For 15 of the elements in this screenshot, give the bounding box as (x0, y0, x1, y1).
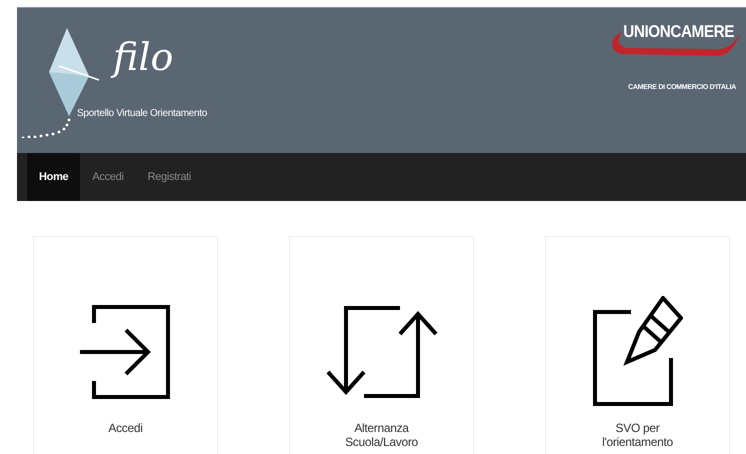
exchange-icon (326, 306, 438, 398)
nav-tab[interactable]: Home (27, 153, 80, 201)
card-label: SVO per l'orientamento (601, 421, 674, 450)
login-icon (80, 305, 172, 399)
nav-tab[interactable]: Accedi (80, 153, 136, 201)
site-subtitle: Sportello Virtuale Orientamento (77, 108, 208, 119)
menu-card[interactable]: Accedi (33, 236, 218, 454)
card-label: Alternanza Scuola/Lavoro (344, 421, 419, 450)
card-label: Accedi (107, 421, 144, 436)
nav-tab[interactable]: Registrati (136, 153, 204, 201)
edit-icon (592, 296, 682, 408)
logo-text: filo (113, 38, 174, 76)
menu-card[interactable]: SVO per l'orientamento (545, 236, 730, 454)
partner-name: UNIONCAMERE (623, 22, 734, 42)
menu-card[interactable]: Alternanza Scuola/Lavoro (289, 236, 474, 454)
